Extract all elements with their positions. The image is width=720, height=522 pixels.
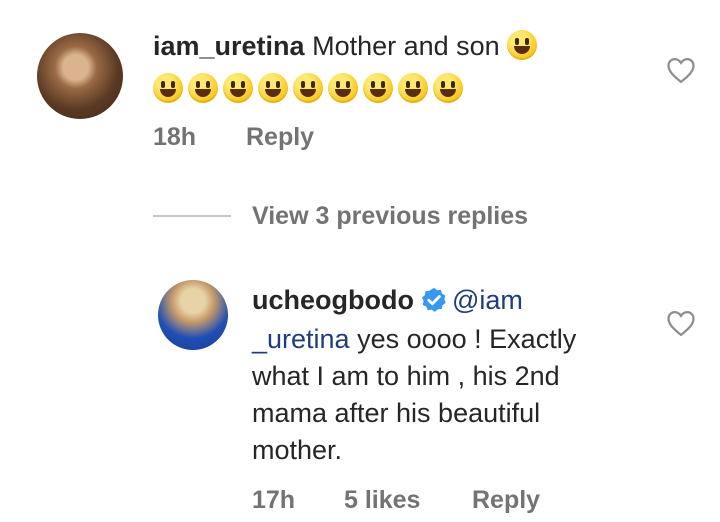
comment1-text: Mother and son — [312, 31, 500, 61]
comment2-line1: ucheogbodo @iam — [252, 283, 523, 317]
comment2-mention-part2[interactable]: _uretina — [252, 324, 350, 354]
avatar-ucheogbodo[interactable] — [158, 280, 228, 350]
avatar-iam-uretina[interactable] — [37, 33, 123, 119]
heart-icon[interactable] — [666, 309, 696, 337]
smiling-face-emoji — [328, 73, 358, 103]
comment2-likes[interactable]: 5 likes — [344, 486, 420, 515]
comment1-reply-button[interactable]: Reply — [246, 123, 314, 152]
comment1-line1: iam_uretina Mother and son — [153, 29, 542, 63]
smiling-face-emoji — [258, 73, 288, 103]
comment2-text-line2: what I am to him , his 2nd — [252, 361, 560, 391]
comment1-emoji-row — [153, 73, 468, 103]
verified-badge-icon — [421, 287, 446, 312]
smiling-face-emoji — [223, 73, 253, 103]
smiling-face-emoji — [398, 73, 428, 103]
replies-divider — [153, 215, 231, 217]
comment2-mention-part1[interactable]: @iam — [452, 285, 523, 315]
smiling-face-emoji — [153, 73, 183, 103]
comment2-text-line1: yes oooo ! Exactly — [349, 324, 577, 354]
smiling-face-emoji — [363, 73, 393, 103]
smiling-face-emoji — [188, 73, 218, 103]
smiling-face-emoji — [507, 30, 538, 60]
comment2-time: 17h — [252, 486, 296, 514]
smiling-face-emoji — [293, 73, 323, 103]
smiling-face-emoji — [433, 73, 463, 103]
comment2-text-line4: mother. — [252, 435, 343, 465]
comment2-text-line3: mama after his beautiful — [252, 398, 541, 428]
comment1-time: 18h — [153, 123, 197, 151]
comment2-line2: _uretina yes oooo ! Exactly — [252, 322, 576, 356]
comment2-reply-button[interactable]: Reply — [472, 486, 540, 515]
comment2-username[interactable]: ucheogbodo — [252, 285, 414, 315]
comment1-username[interactable]: iam_uretina — [153, 31, 305, 61]
heart-icon[interactable] — [666, 56, 696, 84]
view-previous-replies-button[interactable]: View 3 previous replies — [252, 202, 528, 231]
